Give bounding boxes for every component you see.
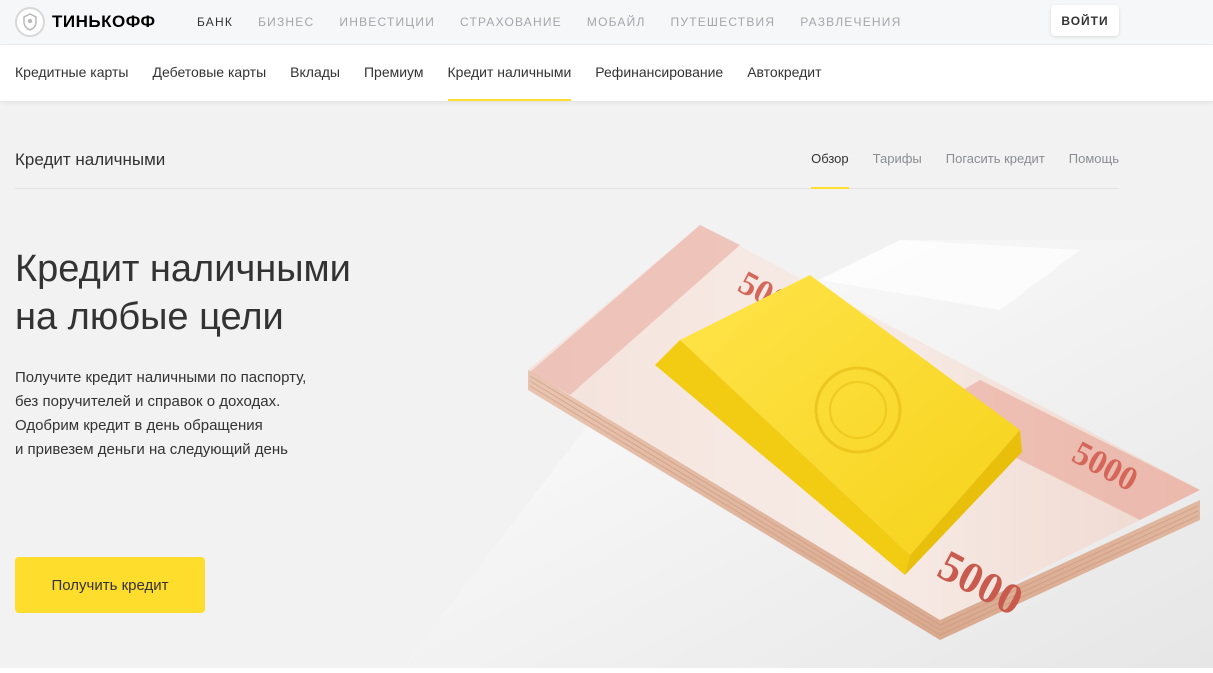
brand-name: ТИНЬКОФФ	[52, 12, 156, 31]
page-tabs: Обзор Тарифы Погасить кредит Помощь	[787, 130, 1119, 189]
section-nav-business[interactable]: БИЗНЕС	[258, 15, 314, 29]
hero-title-line: Кредит наличными	[15, 248, 351, 290]
get-loan-button[interactable]: Получить кредит	[15, 557, 205, 613]
tab-help[interactable]: Помощь	[1069, 130, 1119, 188]
tab-tariffs[interactable]: Тарифы	[873, 130, 922, 188]
tab-overview[interactable]: Обзор	[811, 130, 849, 189]
section-nav-entertainment[interactable]: РАЗВЛЕЧЕНИЯ	[800, 15, 901, 29]
section-nav-investments[interactable]: ИНВЕСТИЦИИ	[339, 15, 435, 29]
tab-repay-loan[interactable]: Погасить кредит	[946, 130, 1045, 188]
menu-item-cash-loan[interactable]: Кредит наличными	[447, 45, 571, 101]
hero-description-line: и привезем деньги на следующий день	[15, 441, 288, 458]
banknote-stack-illustration: 5000 5000 5000	[400, 225, 1213, 670]
section-nav-insurance[interactable]: СТРАХОВАНИЕ	[460, 15, 562, 29]
section-nav-mobile[interactable]: МОБАЙЛ	[587, 15, 646, 29]
hero-description-line: Одобрим кредит в день обращения	[15, 417, 263, 434]
logo[interactable]: ТИНЬКОФФ	[15, 6, 156, 38]
menu-item-credit-cards[interactable]: Кредитные карты	[15, 45, 128, 101]
product-menu: Кредитные карты Дебетовые карты Вклады П…	[15, 45, 846, 101]
hero-title-line: на любые цели	[15, 296, 284, 338]
tinkoff-emblem-icon	[15, 7, 45, 37]
page-bottom-edge	[0, 668, 1213, 673]
hero-title: Кредит наличными на любые цели	[15, 245, 435, 341]
section-nav: БАНК БИЗНЕС ИНВЕСТИЦИИ СТРАХОВАНИЕ МОБАЙ…	[197, 0, 926, 44]
hero-description-line: без поручителей и справок о доходах.	[15, 393, 281, 410]
page-title: Кредит наличными	[15, 150, 166, 169]
menu-item-car-loan[interactable]: Автокредит	[747, 45, 821, 101]
menu-item-debit-cards[interactable]: Дебетовые карты	[152, 45, 266, 101]
section-nav-bank[interactable]: БАНК	[197, 15, 233, 29]
menu-item-refinancing[interactable]: Рефинансирование	[595, 45, 723, 101]
hero-description-line: Получите кредит наличными по паспорту,	[15, 369, 307, 386]
menu-item-premium[interactable]: Премиум	[364, 45, 424, 101]
section-nav-travel[interactable]: ПУТЕШЕСТВИЯ	[671, 15, 776, 29]
page-subheader: Кредит наличными Обзор Тарифы Погасить к…	[15, 130, 1119, 189]
hero-description: Получите кредит наличными по паспорту, б…	[15, 366, 395, 462]
menu-item-deposits[interactable]: Вклады	[290, 45, 340, 101]
top-bar: ТИНЬКОФФ БАНК БИЗНЕС ИНВЕСТИЦИИ СТРАХОВА…	[0, 0, 1213, 45]
product-menu-bar: Кредитные карты Дебетовые карты Вклады П…	[0, 45, 1213, 101]
login-button[interactable]: ВОЙТИ	[1051, 5, 1119, 36]
